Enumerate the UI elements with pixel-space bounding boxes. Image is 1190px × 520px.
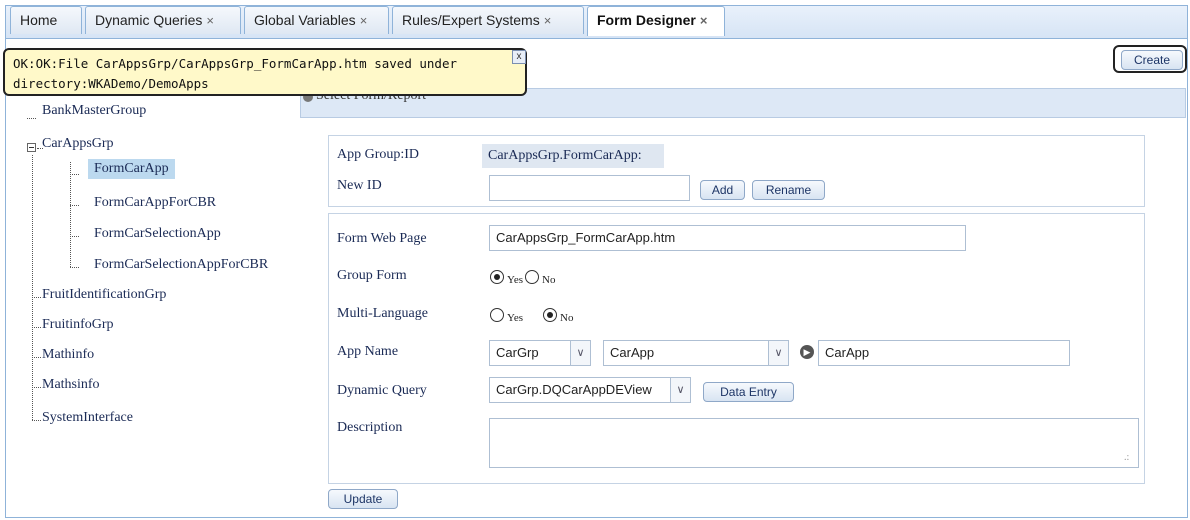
- tab-label: Rules/Expert Systems: [402, 12, 540, 28]
- tree-connector: [70, 205, 79, 206]
- close-icon[interactable]: x: [512, 50, 526, 64]
- tree-connector: [32, 155, 33, 420]
- description-label: Description: [337, 420, 403, 435]
- multi-language-yes-radio[interactable]: [490, 308, 504, 322]
- close-icon[interactable]: ×: [544, 13, 552, 28]
- tab-label: Form Designer: [597, 12, 696, 28]
- chevron-down-icon: ∨: [768, 341, 788, 365]
- multi-language-yes-label: Yes: [507, 312, 524, 324]
- tree-connector: [32, 387, 41, 388]
- tab-label: Global Variables: [254, 12, 356, 28]
- close-icon[interactable]: ×: [206, 13, 214, 28]
- close-icon[interactable]: ×: [700, 13, 708, 28]
- collapse-icon[interactable]: [27, 143, 36, 152]
- create-button[interactable]: Create: [1121, 50, 1183, 70]
- chevron-down-icon: ∨: [670, 378, 690, 402]
- dynamic-query-select[interactable]: CarGrp.DQCarAppDEView ∨: [489, 377, 691, 403]
- tree-item-carappsgrp[interactable]: CarAppsGrp: [42, 136, 114, 152]
- tab-label: Dynamic Queries: [95, 12, 203, 28]
- multi-language-no-label: No: [560, 312, 574, 324]
- app-group-id-label: App Group:ID: [337, 147, 420, 162]
- tab-global-variables[interactable]: Global Variables ×: [244, 6, 389, 34]
- app-group-id-value: CarAppsGrp.FormCarApp:: [482, 144, 664, 168]
- form-web-page-field[interactable]: CarAppsGrp_FormCarApp.htm: [489, 225, 966, 251]
- close-icon[interactable]: ×: [360, 13, 368, 28]
- data-entry-button[interactable]: Data Entry: [703, 382, 794, 402]
- group-form-no-label: No: [542, 274, 556, 286]
- resize-grip-icon[interactable]: .:: [1124, 452, 1129, 463]
- app-select-value: CarApp: [610, 345, 655, 360]
- group-form-label: Group Form: [337, 268, 407, 283]
- tree-item-formcarselectionapp[interactable]: FormCarSelectionApp: [94, 226, 221, 242]
- tree-item-fruitinfogrp[interactable]: FruitinfoGrp: [42, 317, 114, 333]
- tree-connector: [32, 420, 41, 421]
- toast-line-1: OK:OK:File CarAppsGrp/CarAppsGrp_FormCar…: [13, 56, 458, 71]
- dynamic-query-value: CarGrp.DQCarAppDEView: [496, 382, 652, 397]
- form-web-page-label: Form Web Page: [337, 231, 427, 246]
- tree-connector: [70, 267, 79, 268]
- app-name-label: App Name: [337, 344, 399, 359]
- chevron-down-icon: ∨: [570, 341, 590, 365]
- dynamic-query-label: Dynamic Query: [337, 383, 427, 398]
- tree-connector: [32, 327, 41, 328]
- description-field[interactable]: [489, 418, 1139, 468]
- new-id-field[interactable]: [489, 175, 690, 201]
- tree-connector: [32, 297, 41, 298]
- app-name-field[interactable]: CarApp: [818, 340, 1070, 366]
- group-form-yes-label: Yes: [507, 274, 524, 286]
- multi-language-no-radio[interactable]: [543, 308, 557, 322]
- tree-item-mathsinfo[interactable]: Mathsinfo: [42, 377, 100, 393]
- app-select[interactable]: CarApp ∨: [603, 340, 789, 366]
- tree-connector: [70, 236, 79, 237]
- update-button[interactable]: Update: [328, 489, 398, 509]
- rename-button[interactable]: Rename: [752, 180, 825, 200]
- tab-form-designer[interactable]: Form Designer ×: [587, 6, 725, 36]
- app-group-select-value: CarGrp: [496, 345, 539, 360]
- tree-item-formcarselectionappforcbr[interactable]: FormCarSelectionAppForCBR: [94, 257, 268, 273]
- tree-item-formcarappforcbr[interactable]: FormCarAppForCBR: [94, 195, 216, 211]
- tab-home-label: Home: [20, 12, 58, 28]
- tree-item-systeminterface[interactable]: SystemInterface: [42, 410, 133, 426]
- tree-item-mathinfo[interactable]: Mathinfo: [42, 347, 94, 363]
- group-form-yes-radio[interactable]: [490, 270, 504, 284]
- tree-connector: [70, 174, 79, 175]
- multi-language-label: Multi-Language: [337, 306, 428, 321]
- tab-home[interactable]: Home: [10, 6, 82, 34]
- group-form-no-radio[interactable]: [525, 270, 539, 284]
- tree-connector: [27, 118, 36, 119]
- new-id-label: New ID: [337, 178, 382, 193]
- app-group-select[interactable]: CarGrp ∨: [489, 340, 591, 366]
- tree-item-fruitidentificationgrp[interactable]: FruitIdentificationGrp: [42, 287, 166, 303]
- tree-connector: [70, 162, 71, 267]
- tree-item-formcarapp[interactable]: FormCarApp: [88, 159, 175, 179]
- tree-connector: [32, 357, 41, 358]
- tree-item-bankmastergroup[interactable]: BankMasterGroup: [42, 103, 146, 119]
- tab-dynamic-queries[interactable]: Dynamic Queries ×: [85, 6, 241, 34]
- arrow-right-icon[interactable]: ▶: [800, 345, 814, 359]
- toast-line-2: directory:WKADemo/DemoApps: [13, 76, 209, 91]
- tab-rules-expert-systems[interactable]: Rules/Expert Systems ×: [392, 6, 584, 34]
- status-toast: OK:OK:File CarAppsGrp/CarAppsGrp_FormCar…: [3, 48, 527, 96]
- add-button[interactable]: Add: [700, 180, 745, 200]
